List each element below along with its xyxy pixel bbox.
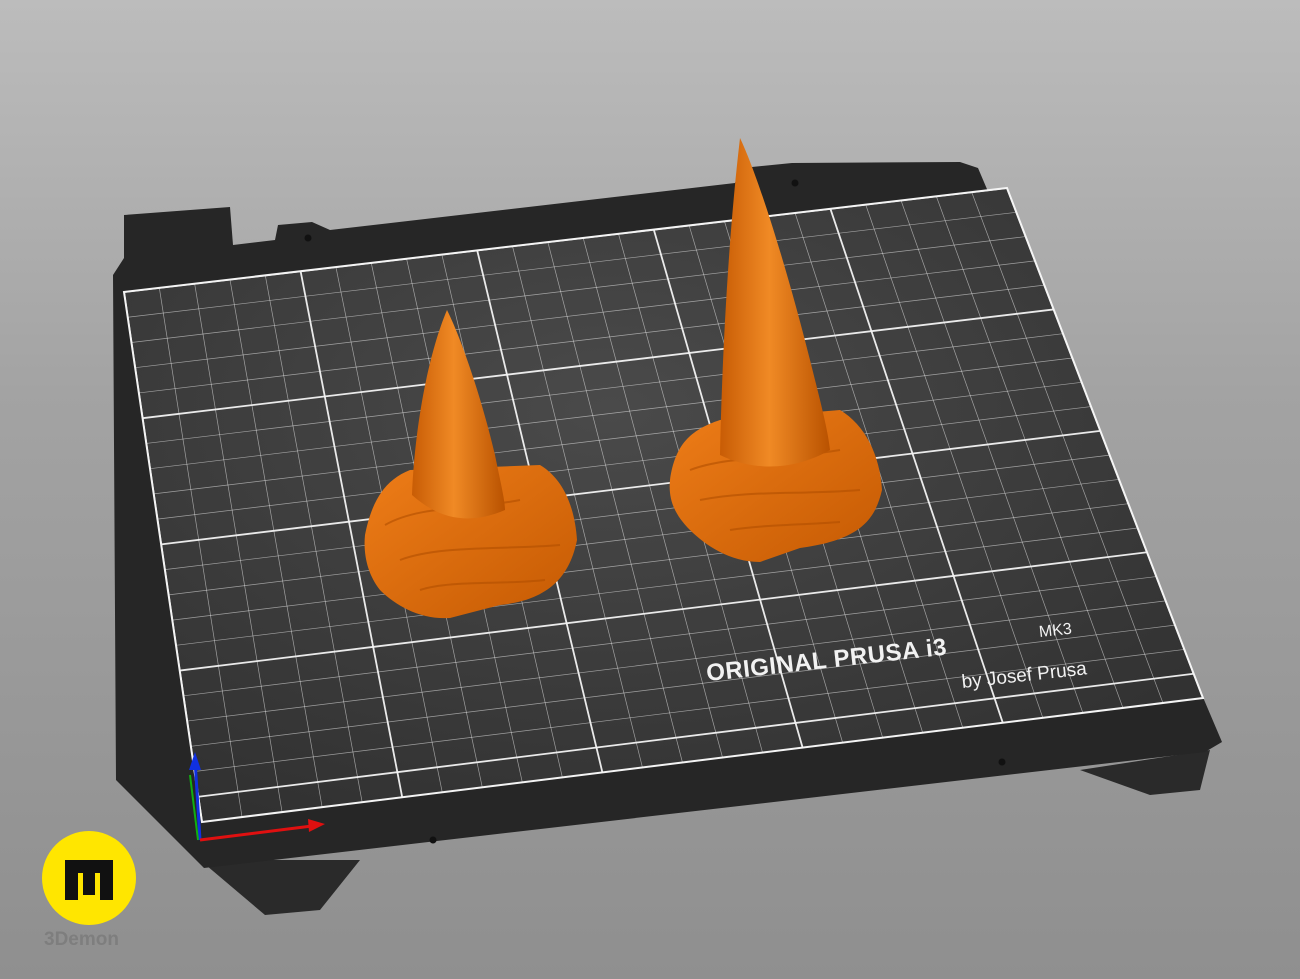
print-bed-scene [42, 138, 1222, 925]
3d-viewport[interactable]: ORIGINAL PRUSA i3 MK3 by Josef Prusa 3De… [0, 0, 1300, 979]
bed-brand-model: MK3 [1038, 620, 1073, 642]
logo-name: 3Demon [44, 929, 119, 950]
logo-glyph [42, 831, 136, 925]
